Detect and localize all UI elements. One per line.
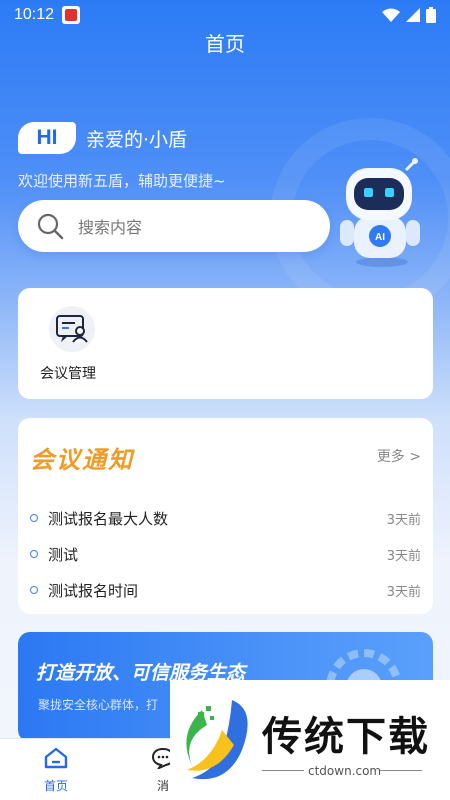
status-icons bbox=[382, 7, 436, 23]
signal-icon bbox=[406, 8, 420, 22]
notice-section-title: 会议通知 bbox=[30, 446, 134, 474]
app-notification-icon bbox=[62, 6, 81, 24]
bullet-icon bbox=[30, 514, 38, 522]
tab-label: 首页 bbox=[43, 779, 68, 793]
search-placeholder: 搜索内容 bbox=[78, 218, 143, 237]
robot-ai-badge: AI bbox=[375, 232, 385, 243]
banner-subtitle: 聚拢安全核心群体，打 bbox=[38, 698, 159, 712]
watermark-divider bbox=[380, 770, 422, 771]
status-time: 10:12 bbox=[14, 6, 55, 23]
bullet-icon bbox=[30, 586, 38, 594]
notice-item[interactable]: 测试报名最大人数 3天前 bbox=[18, 500, 433, 536]
home-icon bbox=[44, 747, 68, 769]
meeting-management-icon[interactable] bbox=[49, 306, 95, 352]
battery-icon bbox=[426, 7, 436, 23]
status-bar: 10:12 bbox=[0, 0, 450, 30]
notice-list: 测试报名最大人数 3天前 测试 3天前 测试报名时间 3天前 bbox=[18, 500, 433, 608]
robot-mascot-icon: AI bbox=[340, 158, 420, 267]
watermark-overlay: 传统下载 ctdown.com bbox=[170, 680, 450, 800]
wifi-icon bbox=[382, 8, 400, 22]
hi-badge: HI bbox=[18, 122, 76, 154]
tab-home[interactable]: 首页 bbox=[16, 747, 96, 794]
watermark-text: 传统下载 bbox=[262, 714, 430, 760]
bullet-icon bbox=[30, 550, 38, 558]
meeting-notice-card: 会议通知 更多 > 测试报名最大人数 3天前 测试 3天前 测试报名时间 3天前 bbox=[18, 418, 433, 614]
greeting: HI 亲爱的·小盾 bbox=[18, 122, 187, 154]
watermark-domain: ctdown.com bbox=[308, 764, 382, 778]
search-input[interactable]: 搜索内容 bbox=[18, 200, 330, 252]
notice-text: 测试报名时间 bbox=[48, 581, 139, 600]
welcome-text: 欢迎使用新五盾，辅助更便捷~ bbox=[18, 172, 226, 190]
notice-item[interactable]: 测试 3天前 bbox=[18, 536, 433, 572]
more-link[interactable]: 更多 > bbox=[377, 446, 421, 466]
notice-time: 3天前 bbox=[386, 548, 421, 564]
notice-text: 测试报名最大人数 bbox=[48, 509, 169, 528]
shortcuts-card: 会议管理 bbox=[18, 288, 433, 399]
page-title: 首页 bbox=[205, 32, 245, 56]
search-icon bbox=[37, 213, 64, 240]
watermark-divider bbox=[262, 770, 304, 771]
user-greeting-name: 亲爱的·小盾 bbox=[86, 128, 188, 151]
notice-time: 3天前 bbox=[386, 512, 421, 528]
notice-item[interactable]: 测试报名时间 3天前 bbox=[18, 572, 433, 608]
notice-text: 测试 bbox=[48, 545, 79, 564]
watermark-logo-icon bbox=[186, 700, 248, 780]
meeting-management-label[interactable]: 会议管理 bbox=[40, 363, 96, 383]
notice-time: 3天前 bbox=[386, 584, 421, 600]
